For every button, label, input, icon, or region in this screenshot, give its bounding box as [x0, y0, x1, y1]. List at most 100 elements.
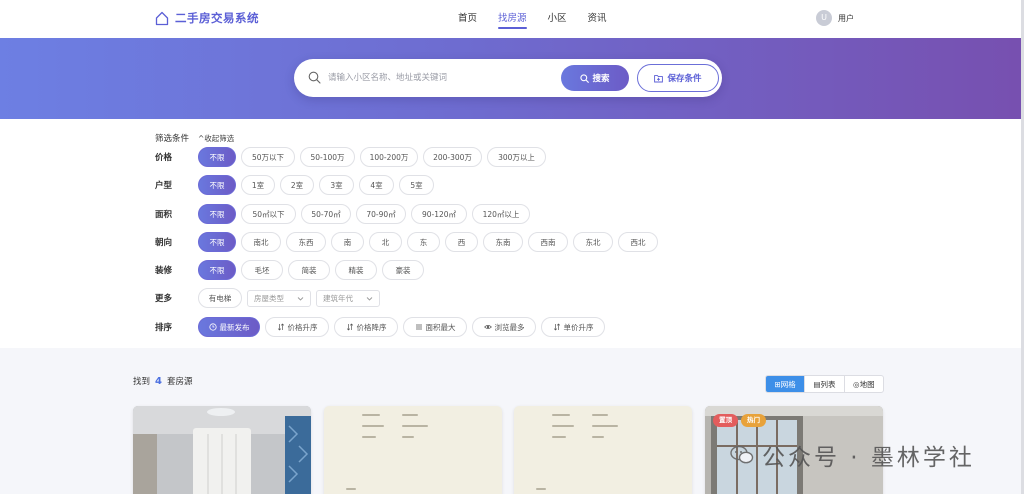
rooms-chip-1[interactable]: 1室	[241, 175, 275, 195]
search-icon	[580, 73, 590, 83]
filter-label-more: 更多	[155, 294, 173, 304]
search-button-label: 搜索	[592, 74, 610, 84]
filter-row-price: 价格 不限 50万以下 50-100万 100-200万 200-300万 30…	[155, 147, 551, 167]
listing-card[interactable]	[324, 406, 502, 494]
elevator-chip[interactable]: 有电梯	[198, 288, 242, 308]
search-button[interactable]: 搜索	[561, 65, 629, 91]
document-thumbnail-line	[592, 425, 618, 427]
price-chip-under-50[interactable]: 50万以下	[241, 147, 295, 167]
house-icon	[155, 11, 169, 25]
rooms-chip-any[interactable]: 不限	[198, 175, 236, 195]
decoration-chip-fine[interactable]: 精装	[335, 260, 377, 280]
orientation-chip-southeast[interactable]: 东南	[483, 232, 523, 252]
search-bar: 搜索 保存条件	[294, 59, 722, 97]
sort-area-max[interactable]: 面积最大	[403, 317, 467, 337]
results-count: 4	[155, 375, 162, 387]
search-input[interactable]	[328, 68, 553, 88]
save-conditions-button[interactable]: 保存条件	[637, 64, 719, 92]
listing-card[interactable]	[133, 406, 311, 494]
build-year-select[interactable]: 建筑年代	[316, 289, 380, 307]
decoration-chip-luxury[interactable]: 豪装	[382, 260, 424, 280]
collapse-label: 收起筛选	[204, 134, 235, 143]
orientation-chip-north[interactable]: 北	[369, 232, 402, 252]
orientation-chip-northeast[interactable]: 东北	[573, 232, 613, 252]
save-button-label: 保存条件	[667, 74, 702, 84]
sort-arrows-icon	[277, 323, 284, 331]
sort-price-asc-label: 价格升序	[287, 322, 318, 332]
area-chip-over-120[interactable]: 120㎡以上	[472, 204, 530, 224]
site-logo[interactable]: 二手房交易系统	[155, 10, 259, 26]
view-list-button[interactable]: ▤列表	[804, 376, 843, 392]
site-title: 二手房交易系统	[175, 11, 259, 25]
wechat-icon	[730, 445, 754, 464]
rooms-chip-5[interactable]: 5室	[399, 175, 434, 195]
decoration-chip-bare[interactable]: 毛坯	[241, 260, 283, 280]
orientation-chip-south-north[interactable]: 南北	[241, 232, 281, 252]
user-name: 用户	[838, 13, 854, 23]
nav-home[interactable]: 首页	[458, 0, 477, 38]
orientation-chip-southwest[interactable]: 西南	[528, 232, 568, 252]
results-prefix: 找到	[133, 377, 151, 387]
collapse-filters-toggle[interactable]: ^收起筛选	[198, 133, 234, 144]
search-banner: 搜索 保存条件	[0, 38, 1021, 119]
area-chip-70-90[interactable]: 70-90㎡	[356, 204, 406, 224]
filter-label-area: 面积	[155, 210, 173, 220]
watermark-text: 公众号 · 墨林学社	[762, 445, 975, 471]
chevron-down-icon	[366, 296, 373, 301]
price-chip-50-100[interactable]: 50-100万	[300, 147, 355, 167]
document-thumbnail-line	[592, 436, 604, 438]
house-type-select[interactable]: 房屋类型	[247, 289, 311, 307]
nav-find-house[interactable]: 找房源	[498, 0, 527, 38]
rooms-chip-4[interactable]: 4室	[359, 175, 394, 195]
price-chip-200-300[interactable]: 200-300万	[423, 147, 482, 167]
decoration-chip-any[interactable]: 不限	[198, 260, 236, 280]
sort-price-asc[interactable]: 价格升序	[265, 317, 329, 337]
orientation-chip-east[interactable]: 东	[407, 232, 440, 252]
document-thumbnail-line	[552, 414, 570, 416]
document-thumbnail-line	[552, 425, 574, 427]
listing-card[interactable]	[514, 406, 692, 494]
orientation-chip-south[interactable]: 南	[331, 232, 364, 252]
area-chip-under-50[interactable]: 50㎡以下	[241, 204, 296, 224]
sort-price-desc-label: 价格降序	[356, 322, 387, 332]
filter-label-orientation: 朝向	[155, 238, 173, 248]
price-chip-any[interactable]: 不限	[198, 147, 236, 167]
user-menu[interactable]: U 用户	[816, 10, 854, 26]
folder-plus-icon	[654, 74, 664, 82]
sort-unit-price-asc[interactable]: 单价升序	[541, 317, 605, 337]
sort-arrows-icon	[346, 323, 353, 331]
document-thumbnail-line	[536, 488, 546, 490]
filter-label-price: 价格	[155, 153, 173, 163]
view-toggle: ⊞网格 ▤列表 ◎地图	[765, 375, 884, 393]
chevron-down-icon	[297, 296, 304, 301]
orientation-chip-northwest[interactable]: 西北	[618, 232, 658, 252]
area-chip-50-70[interactable]: 50-70㎡	[301, 204, 351, 224]
sort-newest[interactable]: 最新发布	[198, 317, 260, 337]
nav-news[interactable]: 资讯	[588, 0, 607, 38]
price-chip-100-200[interactable]: 100-200万	[360, 147, 418, 167]
orientation-chip-west[interactable]: 西	[445, 232, 478, 252]
document-thumbnail-line	[552, 436, 566, 438]
sort-most-viewed[interactable]: 浏览最多	[472, 317, 536, 337]
area-chip-any[interactable]: 不限	[198, 204, 236, 224]
page: 二手房交易系统 首页 找房源 小区 资讯 U 用户 搜索	[0, 0, 1021, 494]
search-icon	[308, 71, 321, 84]
view-map-button[interactable]: ◎地图	[843, 376, 883, 392]
filter-label-decoration: 装修	[155, 266, 173, 276]
pinned-badge: 置顶	[713, 414, 738, 427]
view-grid-button[interactable]: ⊞网格	[766, 376, 805, 392]
area-chip-90-120[interactable]: 90-120㎡	[411, 204, 467, 224]
hot-badge: 热门	[741, 414, 766, 427]
orientation-chip-east-west[interactable]: 东西	[286, 232, 326, 252]
price-chip-over-300[interactable]: 300万以上	[487, 147, 546, 167]
rooms-chip-3[interactable]: 3室	[319, 175, 354, 195]
nav-community[interactable]: 小区	[548, 0, 567, 38]
document-thumbnail-line	[402, 425, 428, 427]
filter-title: 筛选条件	[155, 134, 190, 144]
sort-arrows-icon	[553, 323, 560, 331]
orientation-chip-any[interactable]: 不限	[198, 232, 236, 252]
decoration-chip-simple[interactable]: 简装	[288, 260, 330, 280]
eye-icon	[483, 325, 492, 329]
rooms-chip-2[interactable]: 2室	[280, 175, 314, 195]
sort-price-desc[interactable]: 价格降序	[334, 317, 398, 337]
